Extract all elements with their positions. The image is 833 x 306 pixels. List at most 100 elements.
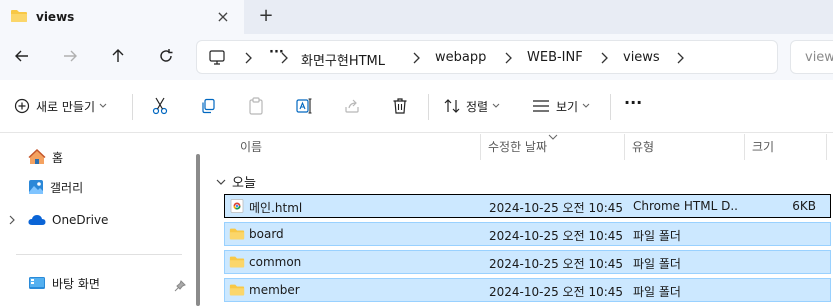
arrow-left-icon — [15, 50, 28, 62]
nav-item-label: 바탕 화면 — [52, 276, 100, 291]
arrow-right-icon — [64, 50, 77, 62]
file-date: 2024-10-25 오전 10:45 — [489, 201, 624, 215]
file-name: 메인.html — [249, 201, 303, 215]
pin-icon[interactable] — [174, 280, 186, 292]
new-tab-button[interactable]: + — [256, 6, 276, 26]
sort-icon — [444, 99, 460, 113]
refresh-button[interactable] — [156, 46, 176, 66]
file-list: 이름 수정한 날짜 유형 크기 오늘 메인.html 2024-10-25 오전… — [206, 134, 833, 306]
folder-icon — [229, 284, 245, 296]
rename-button[interactable] — [296, 96, 314, 116]
chevron-down-icon — [99, 103, 107, 108]
breadcrumb-item[interactable]: views — [623, 50, 660, 65]
new-button-label: 새로 만들기 — [36, 99, 96, 114]
search-input[interactable]: view — [790, 40, 833, 74]
file-row[interactable]: 메인.html 2024-10-25 오전 10:45 Chrome HTML … — [224, 194, 831, 218]
chevron-right-icon — [505, 52, 512, 64]
chevron-down-icon — [492, 103, 500, 108]
column-header-date[interactable]: 수정한 날짜 — [488, 134, 547, 160]
chevron-down-icon — [582, 103, 590, 108]
new-button[interactable]: 새로 만들기 — [14, 96, 107, 116]
tab-views[interactable]: views × — [0, 0, 244, 34]
chrome-html-icon — [230, 199, 244, 213]
chevron-down-icon — [216, 179, 226, 185]
nav-scrollbar[interactable] — [196, 154, 200, 306]
nav-item-home[interactable]: 홈 — [28, 147, 63, 167]
list-view-icon — [533, 100, 549, 112]
nav-item-label: 홈 — [52, 150, 64, 165]
scissors-icon — [152, 97, 168, 115]
column-header-type[interactable]: 유형 — [632, 134, 654, 160]
delete-button[interactable] — [392, 96, 408, 116]
file-type: 파일 폴더 — [633, 257, 681, 271]
chevron-right-icon — [413, 52, 420, 64]
copy-button[interactable] — [200, 96, 216, 116]
command-bar: 새로 만들기 정렬 보기 ··· — [0, 80, 833, 133]
file-type: 파일 폴더 — [633, 285, 681, 299]
column-divider[interactable] — [624, 134, 625, 160]
column-header-size[interactable]: 크기 — [752, 134, 774, 160]
sort-button-label: 정렬 — [466, 99, 489, 114]
folder-icon — [229, 228, 245, 240]
clipboard-icon — [249, 97, 263, 115]
nav-item-gallery[interactable]: 갤러리 — [28, 177, 83, 197]
file-row[interactable]: member 2024-10-25 오전 10:45 파일 폴더 — [224, 278, 831, 302]
share-icon — [345, 99, 359, 113]
computer-icon — [209, 50, 225, 68]
close-tab-icon[interactable]: × — [214, 8, 232, 26]
toolbar-divider — [428, 94, 429, 120]
file-row[interactable]: board 2024-10-25 오전 10:45 파일 폴더 — [224, 222, 831, 246]
view-button[interactable]: 보기 — [532, 96, 590, 116]
up-button[interactable] — [108, 46, 128, 66]
arrow-up-icon — [112, 49, 124, 62]
file-date: 2024-10-25 오전 10:45 — [489, 229, 624, 243]
address-bar[interactable]: ··· 화면구현HTML webapp WEB-INF views — [196, 40, 778, 74]
file-name: board — [249, 227, 284, 241]
forward-button[interactable] — [60, 46, 80, 66]
file-row[interactable]: common 2024-10-25 오전 10:45 파일 폴더 — [224, 250, 831, 274]
copy-icon — [202, 98, 215, 114]
nav-divider — [16, 254, 182, 255]
paste-button[interactable] — [248, 96, 264, 116]
address-row: ··· 화면구현HTML webapp WEB-INF views view — [0, 34, 833, 80]
expand-chevron-icon[interactable] — [8, 215, 16, 225]
refresh-icon — [160, 49, 173, 62]
group-header-today[interactable]: 오늘 — [216, 172, 256, 191]
tab-bar: views × + — [0, 0, 833, 34]
home-icon — [28, 149, 46, 164]
file-date: 2024-10-25 오전 10:45 — [489, 285, 624, 299]
cloud-icon — [28, 215, 46, 225]
toolbar-divider — [610, 94, 611, 120]
column-header-name[interactable]: 이름 — [240, 134, 262, 160]
more-options-button[interactable]: ··· — [624, 92, 642, 112]
file-type: 파일 폴더 — [633, 229, 681, 243]
plus-circle-icon — [14, 98, 30, 114]
sort-button[interactable]: 정렬 — [444, 96, 500, 116]
breadcrumb-item[interactable]: WEB-INF — [527, 50, 583, 65]
nav-item-label: 갤러리 — [50, 180, 84, 195]
back-button[interactable] — [12, 46, 32, 66]
file-name: member — [249, 283, 300, 297]
column-divider[interactable] — [744, 134, 745, 160]
column-divider[interactable] — [480, 134, 481, 160]
column-divider[interactable] — [826, 134, 827, 160]
toolbar-divider — [132, 94, 133, 120]
chevron-right-icon — [677, 52, 684, 64]
cut-button[interactable] — [152, 96, 168, 116]
tab-title: views — [36, 10, 75, 24]
chevron-right-icon — [281, 52, 288, 64]
breadcrumb-item[interactable]: 화면구현HTML — [301, 50, 385, 69]
chevron-right-icon — [601, 52, 608, 64]
desktop-icon — [29, 277, 45, 289]
file-type: Chrome HTML D... — [633, 199, 737, 213]
breadcrumb-item[interactable]: webapp — [435, 50, 486, 65]
view-button-label: 보기 — [556, 99, 579, 114]
sort-indicator-icon — [548, 134, 558, 140]
search-placeholder: view — [805, 50, 833, 65]
nav-item-desktop[interactable]: 바탕 화면 — [28, 273, 100, 293]
nav-item-onedrive[interactable]: OneDrive — [28, 210, 108, 230]
trash-icon — [393, 98, 407, 114]
folder-icon — [229, 256, 245, 268]
group-label: 오늘 — [232, 176, 256, 191]
share-button[interactable] — [344, 96, 360, 116]
